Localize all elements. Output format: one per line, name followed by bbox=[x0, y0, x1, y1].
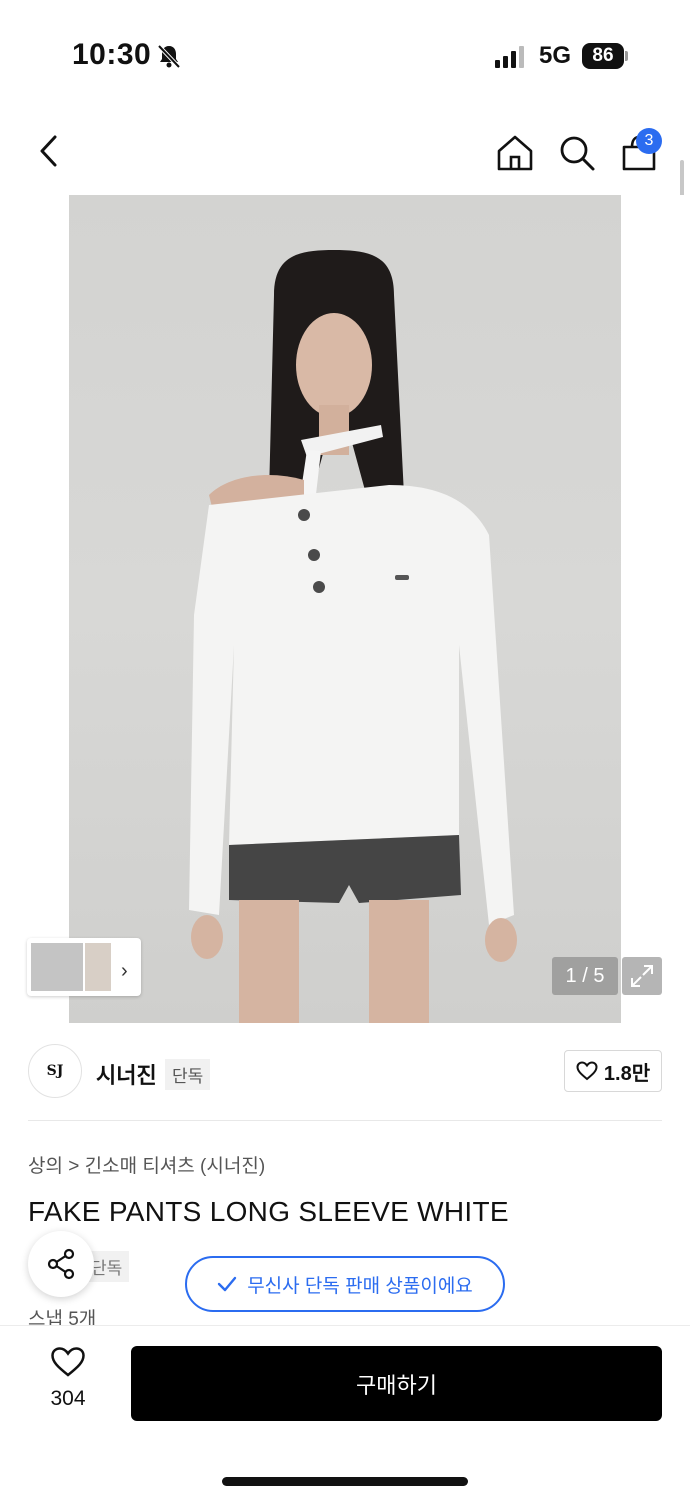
network-type: 5G bbox=[539, 42, 572, 69]
divider bbox=[28, 1120, 662, 1121]
expand-icon bbox=[631, 965, 653, 987]
brand-like-count: 1.8만 bbox=[603, 1062, 651, 1085]
search-icon bbox=[560, 136, 595, 171]
brand-name[interactable]: 시너진 bbox=[96, 1058, 157, 1090]
brand-exclusive-tag: 단독 bbox=[165, 1059, 211, 1090]
search-button[interactable] bbox=[554, 130, 600, 176]
exclusive-notice-pill: 무신사 단독 판매 상품이에요 bbox=[185, 1256, 505, 1312]
bottom-action-bar: 304 구매하기 bbox=[0, 1325, 690, 1500]
back-icon bbox=[40, 135, 57, 167]
product-title: FAKE PANTS LONG SLEEVE WHITE bbox=[28, 1196, 509, 1227]
product-photo[interactable] bbox=[69, 195, 621, 1023]
buy-button[interactable]: 구매하기 bbox=[131, 1346, 662, 1421]
heart-icon bbox=[576, 1061, 598, 1081]
home-icon bbox=[497, 135, 533, 171]
model-illustration bbox=[189, 250, 517, 1023]
check-icon bbox=[217, 1276, 237, 1292]
thumbnail-image[interactable] bbox=[31, 943, 83, 991]
share-button[interactable] bbox=[28, 1231, 94, 1297]
brand-row: SJ 시너진 단독 1.8만 bbox=[28, 1040, 662, 1104]
brand-like-button[interactable]: 1.8만 bbox=[564, 1050, 662, 1092]
signal-icon bbox=[495, 46, 524, 68]
category-breadcrumb[interactable]: 상의 > 긴소매 티셔츠 (시너진) bbox=[28, 1151, 265, 1178]
battery-tip bbox=[625, 51, 628, 61]
share-icon bbox=[47, 1248, 75, 1280]
battery-level: 86 bbox=[582, 43, 624, 69]
back-button[interactable] bbox=[26, 128, 72, 174]
wishlist-count: 304 bbox=[50, 1387, 86, 1410]
home-indicator[interactable] bbox=[222, 1477, 468, 1486]
wishlist-button[interactable]: 304 bbox=[28, 1346, 108, 1411]
status-bar: 10:30 5G 86 bbox=[0, 0, 690, 110]
brand-logo[interactable]: SJ bbox=[28, 1044, 82, 1098]
bell-slash-icon bbox=[157, 44, 181, 69]
status-time: 10:30 bbox=[72, 38, 152, 71]
exclusive-notice-text: 무신사 단독 판매 상품이에요 bbox=[247, 1275, 473, 1297]
home-button[interactable] bbox=[492, 130, 538, 176]
thumbnail-image[interactable] bbox=[85, 943, 111, 991]
heart-icon bbox=[51, 1347, 85, 1377]
cart-count-badge: 3 bbox=[636, 128, 662, 154]
expand-button[interactable] bbox=[622, 957, 662, 995]
thumbnail-next-icon[interactable]: › bbox=[121, 960, 128, 983]
image-counter: 1 / 5 bbox=[552, 957, 618, 995]
product-gallery[interactable]: › 1 / 5 bbox=[0, 195, 690, 1023]
top-nav bbox=[0, 120, 690, 184]
